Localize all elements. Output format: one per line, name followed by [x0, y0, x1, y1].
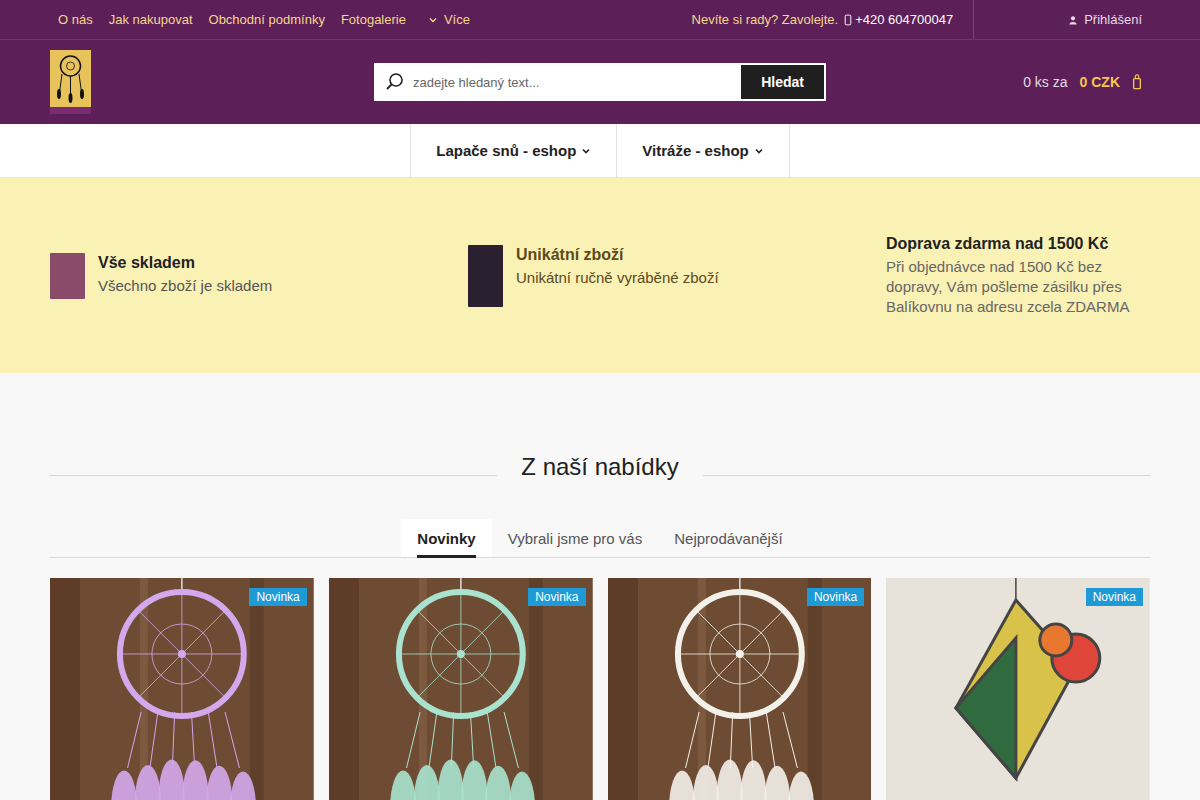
nav-item[interactable]: Lapače snů - eshop — [410, 124, 616, 177]
cart-total: 0 CZK — [1080, 74, 1120, 90]
cart-count: 0 ks za — [1023, 74, 1067, 90]
dreamcatcher-photo — [329, 578, 593, 800]
top-links: O nás Jak nakupovat Obchodní podmínky Fotog… — [50, 12, 470, 27]
divider — [973, 0, 974, 39]
chevron-down-icon — [428, 15, 438, 25]
phone-link[interactable]: +420 604700047 — [855, 12, 953, 27]
benefit: Unikátní zboží Unikátní ručně vyráběné zb… — [468, 245, 886, 307]
benefit-description: Unikátní ručně vyráběné zboží — [516, 268, 719, 288]
top-link[interactable]: O nás — [58, 12, 93, 27]
dreamcatcher-photo — [50, 578, 314, 800]
top-link[interactable]: Fotogalerie — [341, 12, 406, 27]
header: Hledat 0 ks za 0 CZK — [0, 40, 1200, 124]
new-badge: Novinka — [1086, 588, 1143, 606]
logo[interactable] — [50, 50, 91, 114]
search-button[interactable]: Hledat — [740, 64, 825, 100]
user-icon — [1068, 15, 1078, 25]
benefit-photo — [468, 245, 503, 307]
new-badge: Novinka — [528, 588, 585, 606]
help-text: Nevíte si rady? Zavolejte. — [692, 12, 839, 27]
search-field — [375, 64, 740, 100]
main-nav: Lapače snů - eshopVitráže - eshop — [0, 124, 1200, 178]
benefit-text: Vše skladem Všechno zboží je skladem — [98, 253, 272, 296]
section-heading: Z naší nabídky — [50, 453, 1150, 481]
chevron-down-icon — [581, 146, 591, 156]
dreamcatcher-photo — [608, 578, 872, 800]
tab[interactable]: Novinky — [401, 519, 491, 557]
more-menu[interactable]: Více — [428, 12, 470, 27]
benefit-text: Doprava zdarma nad 1500 Kč Při objednávce… — [886, 234, 1150, 317]
top-contact: Nevíte si rady? Zavolejte. +420 604700047… — [692, 0, 1150, 39]
benefit-description: Všechno zboží je skladem — [98, 276, 272, 296]
product-card[interactable]: Novinka — [608, 578, 872, 800]
product-card[interactable]: Novinka — [50, 578, 314, 800]
benefit-text: Unikátní zboží Unikátní ručně vyráběné zb… — [516, 245, 719, 288]
login-link[interactable]: Přihlášení — [1068, 12, 1150, 27]
offer-section: Z naší nabídky NovinkyVybrali jsme pro vá… — [0, 373, 1200, 800]
stained-glass-photo — [886, 578, 1150, 800]
section-title: Z naší nabídky — [521, 453, 678, 481]
tab[interactable]: Vybrali jsme pro vás — [492, 519, 659, 557]
new-badge: Novinka — [807, 588, 864, 606]
top-link[interactable]: Obchodní podmínky — [209, 12, 325, 27]
new-badge: Novinka — [249, 588, 306, 606]
product-card[interactable]: Novinka — [329, 578, 593, 800]
benefit-photo — [50, 253, 85, 299]
benefit: Vše skladem Všechno zboží je skladem — [50, 253, 468, 299]
phone-icon — [844, 14, 852, 26]
search-input[interactable] — [411, 74, 740, 91]
chevron-down-icon — [754, 146, 764, 156]
search-form: Hledat — [374, 63, 826, 101]
tab[interactable]: Nejprodávanější — [658, 519, 798, 557]
benefit-title: Unikátní zboží — [516, 245, 719, 265]
product-grid: Novinka Novinka Novinka Novinka — [50, 578, 1150, 800]
benefit-title: Doprava zdarma nad 1500 Kč — [886, 234, 1150, 254]
dreamcatcher-logo-icon — [50, 50, 91, 114]
nav-item[interactable]: Vitráže - eshop — [616, 124, 789, 177]
benefit-description: Při objednávce nad 1500 Kč bez dopravy, … — [886, 257, 1150, 317]
product-card[interactable]: Novinka — [886, 578, 1150, 800]
bag-icon — [1132, 73, 1142, 91]
benefit: Doprava zdarma nad 1500 Kč Při objednávce… — [886, 234, 1150, 317]
cart[interactable]: 0 ks za 0 CZK — [1023, 73, 1150, 91]
tabs: NovinkyVybrali jsme pro vásNejprodávaněj… — [50, 519, 1150, 558]
page: O nás Jak nakupovat Obchodní podmínky Fotog… — [0, 0, 1200, 800]
magnifier-icon — [385, 72, 405, 92]
top-link[interactable]: Jak nakupovat — [109, 12, 193, 27]
benefits-band: Vše skladem Všechno zboží je skladem Uniká… — [0, 178, 1200, 373]
top-bar: O nás Jak nakupovat Obchodní podmínky Fotog… — [0, 0, 1200, 40]
benefit-title: Vše skladem — [98, 253, 272, 273]
